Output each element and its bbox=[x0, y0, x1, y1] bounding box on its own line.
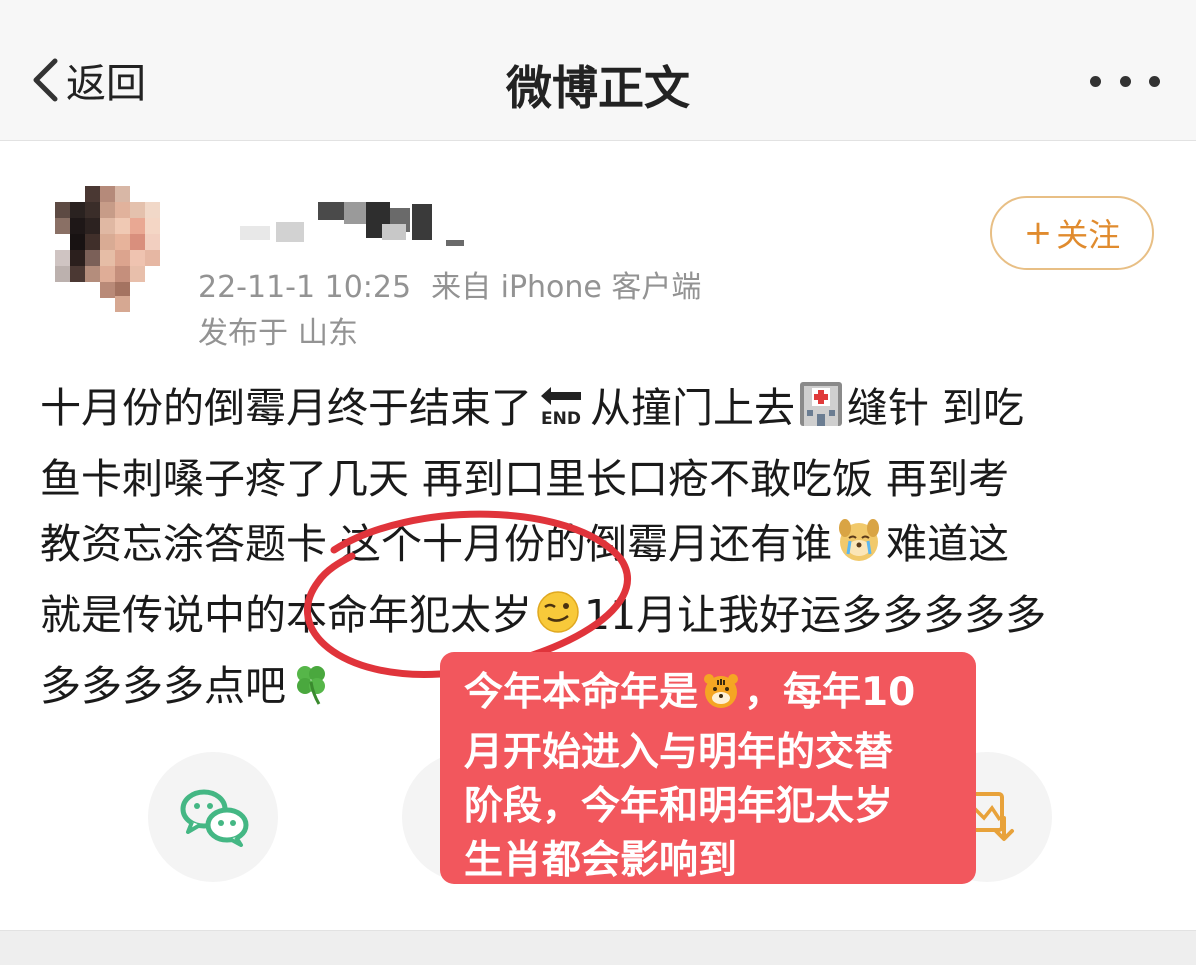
username-blurred[interactable] bbox=[240, 200, 480, 252]
annotation-callout: 今年本命年是 ，每年10 月开始进入与明年的交替 阶段，今年和明年犯太岁 生肖都会… bbox=[440, 652, 976, 884]
avatar[interactable] bbox=[55, 186, 171, 312]
smirk-face-icon bbox=[535, 589, 581, 654]
plus-icon: + bbox=[1023, 213, 1053, 253]
follow-label: 关注 bbox=[1056, 216, 1121, 254]
annotation-line: 生肖都会影响到 bbox=[464, 838, 738, 883]
follow-button[interactable]: + 关注 bbox=[990, 196, 1154, 270]
location-prefix: 发布于 bbox=[198, 316, 288, 351]
tiger-face-icon bbox=[701, 671, 741, 726]
svg-text:END: END bbox=[541, 409, 581, 428]
wechat-icon bbox=[180, 789, 249, 847]
bottom-divider bbox=[0, 930, 1196, 965]
post-location: 发布于 山东 bbox=[198, 308, 358, 352]
nav-bar: 返回 微博正文 bbox=[0, 0, 1196, 141]
hospital-icon bbox=[798, 378, 844, 447]
annotation-line: 阶段，今年和明年犯太岁 bbox=[464, 784, 894, 829]
more-options-button[interactable] bbox=[1086, 72, 1166, 92]
annotation-line: 月开始进入与明年的交替 bbox=[464, 730, 894, 775]
crying-dog-icon bbox=[835, 516, 883, 583]
post-line: 十月份的倒霉月终于结束了 END 从撞门上去 缝针 到吃 bbox=[40, 376, 1160, 447]
end-arrow-icon: END bbox=[535, 382, 587, 447]
page-title: 微博正文 bbox=[506, 61, 690, 115]
post-line: 鱼卡刺嗓子疼了几天 再到口里长口疮不敢吃饭 再到考 bbox=[40, 455, 1010, 503]
post-line: 就是传说中的本命年犯太岁 11月让我好运多多多多多 bbox=[40, 583, 1160, 654]
location-name: 山东 bbox=[298, 316, 358, 351]
post-time: 22-11-1 10:25 bbox=[198, 270, 412, 305]
post-source[interactable]: 来自 iPhone 客户端 bbox=[431, 270, 701, 305]
post-meta: 22-11-1 10:25 来自 iPhone 客户端 bbox=[198, 262, 701, 306]
four-leaf-clover-icon bbox=[289, 660, 333, 725]
share-wechat-button[interactable] bbox=[148, 752, 278, 882]
annotation-line: 今年本命年是 ，每年10 bbox=[464, 666, 954, 726]
post-line: 教资忘涂答题卡 这个十月份的倒霉月还有谁 难道这 bbox=[40, 512, 1160, 583]
